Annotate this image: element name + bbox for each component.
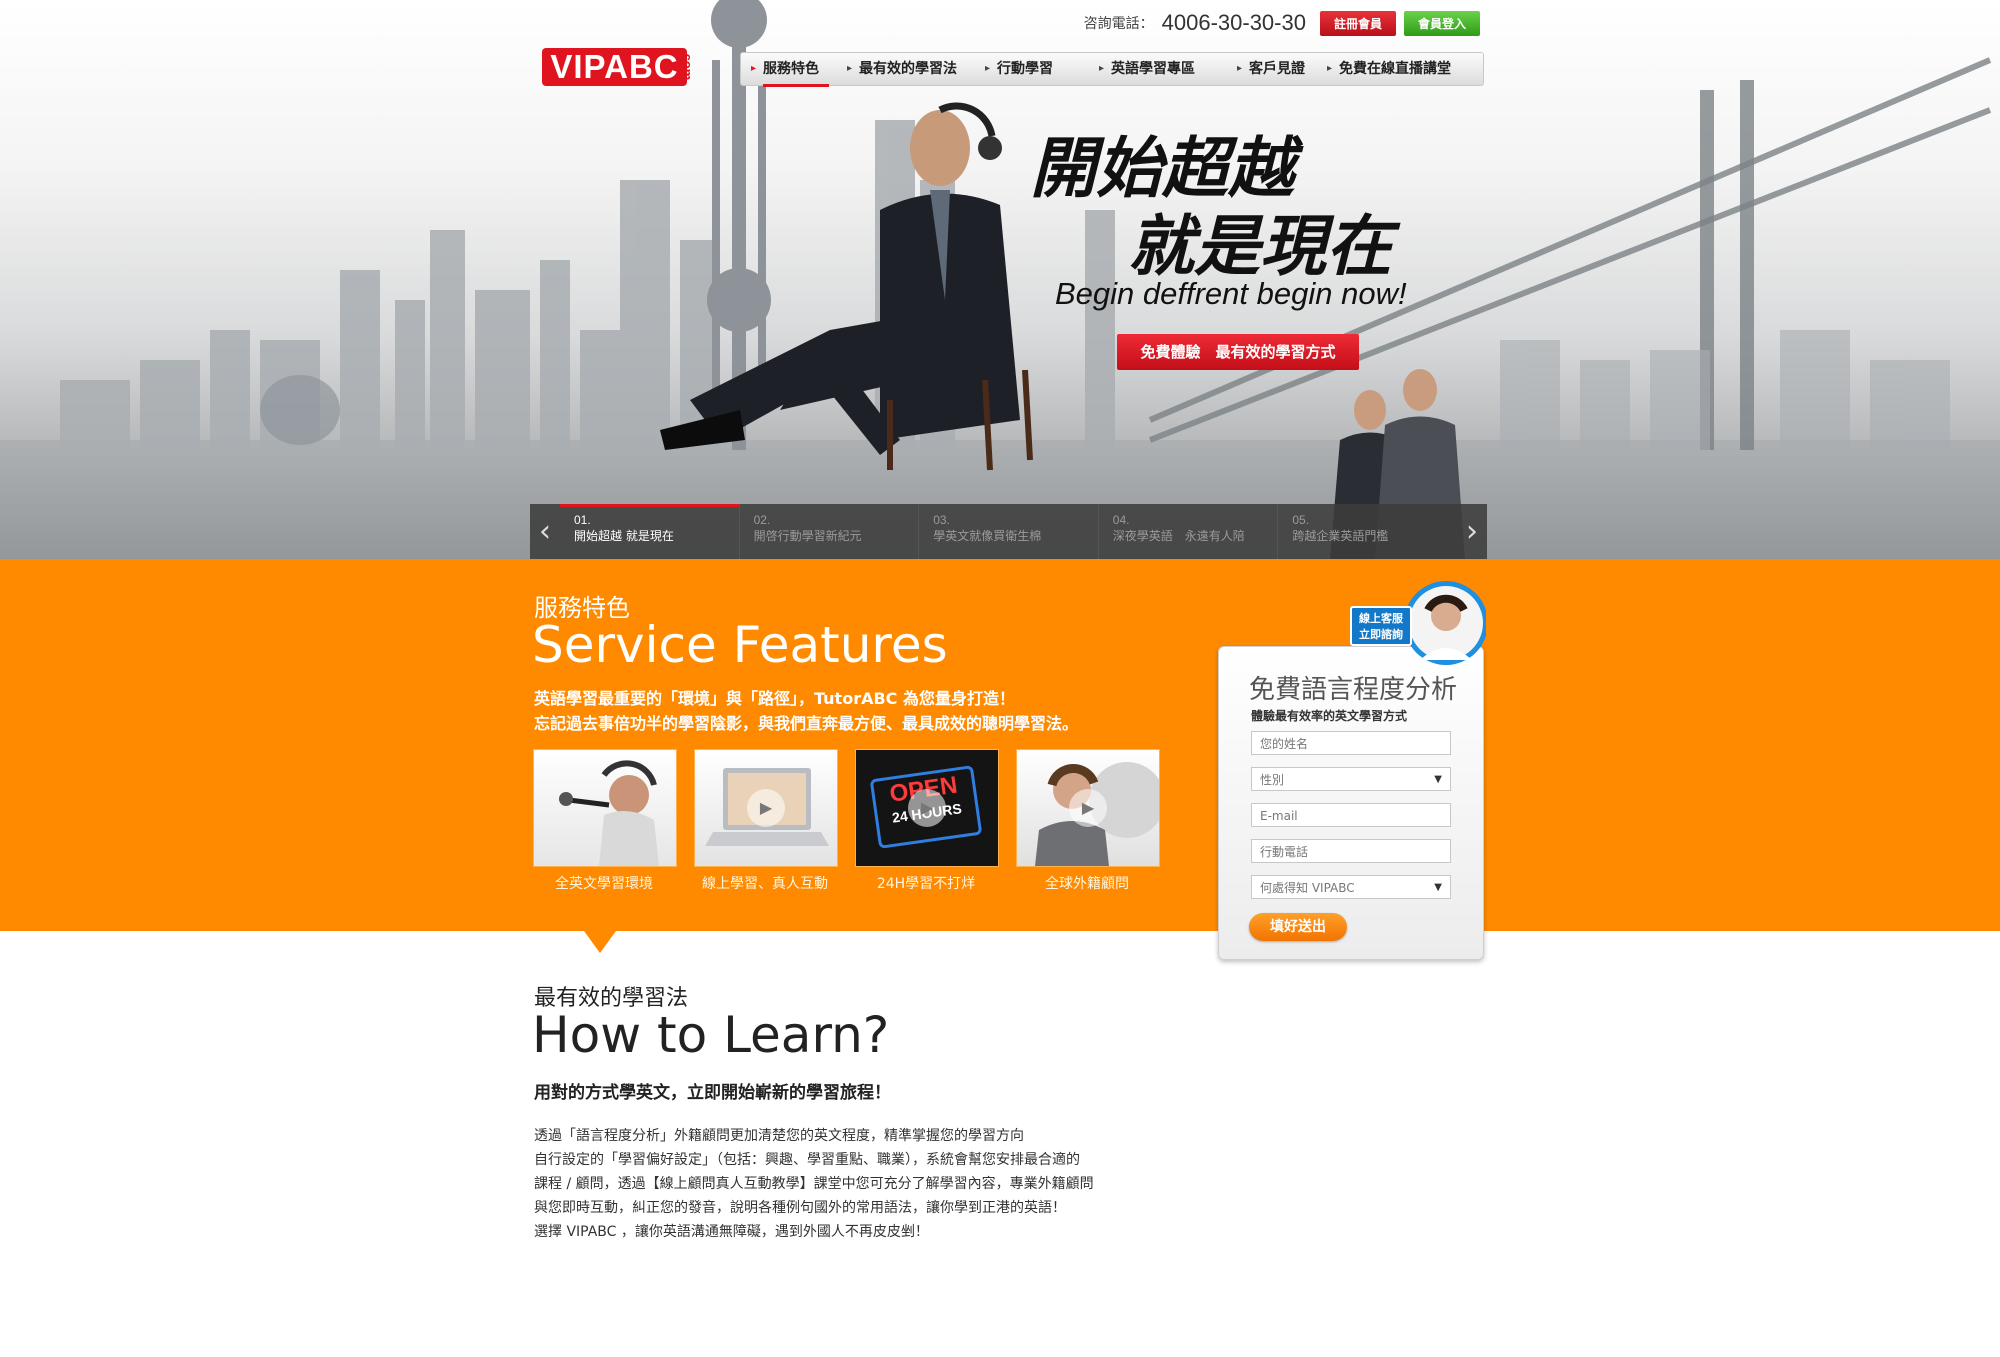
learn-body-line: 與您即時互動，糾正您的發音，說明各種例句國外的常用語法，讓你學到正港的英語！ [534, 1200, 1066, 1216]
main-nav: 服務特色 最有效的學習法 行動學習 英語學習專區 客戶見證 免費在線直播講堂 [740, 52, 1484, 87]
slider-tab-label: 學英文就像買衛生棉 [933, 529, 1042, 543]
banner-slider-tabs: ‹ 01. 開始超越 就是現在 02. 開啓行動學習新紀元 03. 學英文就像買… [530, 504, 1487, 559]
slider-tab-3[interactable]: 03. 學英文就像買衛生棉 [919, 504, 1099, 559]
play-icon[interactable]: ▶ [1069, 789, 1107, 827]
mobile-field[interactable]: 行動電話 [1251, 839, 1451, 863]
free-trial-button[interactable]: 免費體驗 最有效的學習方式 [1117, 334, 1359, 370]
vipabc-logo[interactable]: VIPABC [542, 48, 687, 86]
chevron-down-icon: ▼ [1434, 882, 1442, 893]
service-title-en: Service Features [532, 616, 948, 674]
tile-label: 24H學習不打烊 [876, 876, 976, 892]
slider-tab-number: 05. [1292, 513, 1310, 527]
chevron-down-icon: ▼ [1434, 774, 1442, 785]
slider-tab-number: 03. [933, 513, 950, 527]
gender-select-value: 性別 [1260, 773, 1285, 787]
learn-body: 透過「語言程度分析」外籍顧問更加清楚您的英文程度，精準掌握您的學習方向 自行設定… [534, 1124, 1094, 1244]
form-title: 免費語言程度分析 [1249, 675, 1458, 705]
tile-label: 全英文學習環境 [555, 876, 653, 892]
slider-tab-number: 01. [574, 513, 591, 527]
learn-body-line: 選擇 VIPABC ，讓你英語溝通無障礙，遇到外國人不再皮皮剉！ [534, 1224, 929, 1240]
form-subtitle: 體驗最有效率的英文學習方式 [1251, 709, 1408, 723]
hero-subline: Begin deffrent begin now! [1055, 276, 1407, 311]
online-support-badge[interactable]: 線上客服 立即諮詢 [1350, 578, 1486, 668]
email-field[interactable]: E-mail [1251, 803, 1451, 827]
learn-body-line: 自行設定的「學習偏好設定」（包括：興趣、學習重點、職業），系統會幫您安排最合適的 [534, 1152, 1080, 1168]
phone-label: 咨詢電話： [1083, 16, 1154, 32]
service-description: 英語學習最重要的「環境」與「路徑」，TutorABC 為您量身打造！ 忘記過去事… [534, 686, 1078, 736]
name-field[interactable]: 您的姓名 [1251, 731, 1451, 755]
slider-tab-4[interactable]: 04. 深夜學英語 永遠有人陪 [1099, 504, 1279, 559]
slider-tab-number: 04. [1112, 513, 1130, 527]
play-icon[interactable]: ▶ [908, 789, 946, 827]
feature-tile-online-learning[interactable]: ▶ 線上學習、真人互動 [694, 749, 838, 893]
nav-item-english-zone[interactable]: 英語學習專區 [1089, 53, 1207, 85]
learn-tagline: 用對的方式學英文，立即開始嶄新的學習旅程！ [534, 1083, 891, 1103]
free-assessment-form: 免費語言程度分析 體驗最有效率的英文學習方式 您的姓名 性別 ▼ E-mail … [1218, 646, 1484, 960]
submit-button[interactable]: 填好送出 [1249, 913, 1347, 941]
learn-title-en: How to Learn? [532, 1006, 890, 1064]
kid-singing-image [533, 749, 677, 867]
feature-tile-24h[interactable]: OPEN 24 HOURS ▶ 24H學習不打烊 [855, 749, 999, 893]
hero-headline-line1: 開始超越 [1030, 130, 1294, 207]
consultant-image: ▶ [1016, 749, 1160, 867]
feature-tiles: 全英文學習環境 ▶ 線上學習、真人互動 OPEN 24 HOURS ▶ 24H學… [533, 749, 1160, 893]
slider-tab-2[interactable]: 02. 開啓行動學習新紀元 [740, 504, 920, 559]
login-button[interactable]: 會員登入 [1403, 10, 1480, 36]
tile-label: 線上學習、真人互動 [702, 876, 828, 892]
hero-headline: 開始超越 就是現在 [1030, 130, 1392, 286]
nav-item-service-features[interactable]: 服務特色 [741, 53, 831, 87]
slider-tab-label: 跨越企業英語門檻 [1292, 529, 1389, 543]
slider-tab-number: 02. [753, 513, 771, 527]
nav-item-mobile-learning[interactable]: 行動學習 [975, 53, 1065, 85]
play-icon[interactable]: ▶ [747, 789, 785, 827]
service-desc-line1: 英語學習最重要的「環境」與「路徑」，TutorABC 為您量身打造！ [534, 689, 1015, 708]
phone-number: 4006-30-30-30 [1161, 10, 1306, 35]
learn-body-line: 課程 / 顧問，透過【線上顧問真人互動教學】課堂中您可充分了解學習內容，專業外籍… [534, 1176, 1094, 1192]
logo-domain-suffix: .com [680, 50, 695, 81]
slider-tab-label: 開始超越 就是現在 [574, 529, 674, 543]
slider-prev-icon[interactable]: ‹ [530, 504, 560, 559]
feature-tile-global-consultants[interactable]: ▶ 全球外籍顧問 [1016, 749, 1160, 893]
feature-tile-english-environment[interactable]: 全英文學習環境 [533, 749, 677, 893]
source-select-value: 何處得知 VIPABC [1260, 881, 1355, 895]
section-pointer [584, 931, 616, 953]
service-desc-line2: 忘記過去事倍功半的學習陰影，與我們直奔最方便、最具成效的聰明學習法。 [534, 714, 1079, 733]
hero-banner: VIPABC .com 咨詢電話： 4006-30-30-30 註冊會員 會員登… [0, 0, 2000, 559]
source-select[interactable]: 何處得知 VIPABC ▼ [1251, 875, 1451, 899]
badge-line1: 線上客服 [1359, 612, 1403, 625]
slider-tab-5[interactable]: 05. 跨越企業英語門檻 [1278, 504, 1457, 559]
slider-tab-label: 開啓行動學習新紀元 [753, 529, 862, 543]
badge-line2: 立即諮詢 [1359, 628, 1403, 641]
gender-select[interactable]: 性別 ▼ [1251, 767, 1451, 791]
nav-item-live-lectures[interactable]: 免費在線直播講堂 [1317, 53, 1463, 85]
learn-body-line: 透過「語言程度分析」外籍顧問更加清楚您的英文程度，精準掌握您的學習方向 [534, 1128, 1024, 1144]
online-support-label: 線上客服 立即諮詢 [1350, 606, 1412, 646]
nav-item-how-to-learn[interactable]: 最有效的學習法 [837, 53, 969, 85]
slider-next-icon[interactable]: › [1457, 504, 1487, 559]
header-topbar: 咨詢電話： 4006-30-30-30 註冊會員 會員登入 [1084, 10, 1480, 36]
register-button[interactable]: 註冊會員 [1319, 10, 1396, 36]
hero-headline-line2: 就是現在 [1128, 208, 1392, 285]
nav-item-testimonials[interactable]: 客戶見證 [1227, 53, 1317, 85]
open-24-hours-sign-image: OPEN 24 HOURS ▶ [855, 749, 999, 867]
laptop-image: ▶ [694, 749, 838, 867]
slider-tab-1[interactable]: 01. 開始超越 就是現在 [560, 504, 740, 559]
slider-tab-label: 深夜學英語 永遠有人陪 [1112, 529, 1245, 543]
tile-label: 全球外籍顧問 [1045, 876, 1129, 892]
